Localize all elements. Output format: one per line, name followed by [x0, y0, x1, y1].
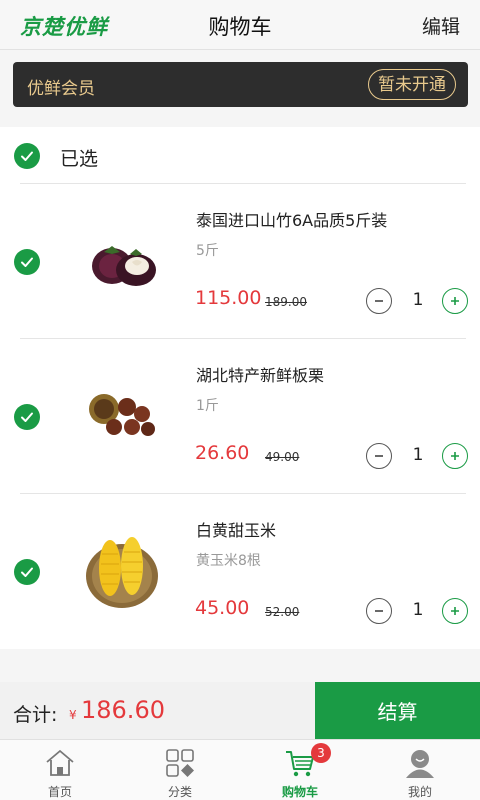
check-icon: [21, 257, 33, 267]
currency-symbol: ¥: [69, 708, 77, 722]
decrease-quantity-button[interactable]: [366, 443, 392, 469]
item-spec: 5斤: [196, 243, 219, 259]
item-checkbox[interactable]: [14, 404, 40, 430]
item-checkbox[interactable]: [14, 559, 40, 585]
profile-icon: [406, 750, 434, 778]
item-original-price: 52.00: [265, 605, 300, 619]
item-spec: 1斤: [196, 398, 219, 414]
home-icon: [46, 749, 74, 776]
item-original-price: 49.00: [265, 450, 300, 464]
cart-count-badge: 3: [311, 743, 331, 763]
tab-category[interactable]: 分类: [120, 740, 240, 800]
item-quantity: 1: [412, 290, 424, 310]
item-name: 泰国进口山竹6A品质5斤装: [196, 211, 388, 230]
item-original-price: 189.00: [265, 295, 307, 309]
decrease-quantity-button[interactable]: [366, 598, 392, 624]
select-all-label: 已选: [60, 148, 99, 170]
plus-icon: [451, 607, 459, 615]
tab-label: 分类: [167, 785, 192, 799]
tab-cart[interactable]: 3 购物车: [240, 740, 360, 800]
cart-item[interactable]: 湖北特产新鲜板栗 1斤 26.60 49.00 1: [0, 339, 480, 494]
tab-home[interactable]: 首页: [0, 740, 120, 800]
total-label: 合计:: [13, 704, 58, 726]
top-bar: 京楚优鲜 购物车 编辑: [0, 0, 480, 50]
check-icon: [21, 412, 33, 422]
item-spec: 黄玉米8根: [196, 553, 261, 569]
category-icon: [166, 749, 194, 777]
decrease-quantity-button[interactable]: [366, 288, 392, 314]
tab-bar: 首页 分类 3 购物车 我的: [0, 739, 480, 800]
chestnut-image[interactable]: [82, 369, 162, 459]
item-checkbox[interactable]: [14, 249, 40, 275]
tab-profile[interactable]: 我的: [360, 740, 480, 800]
minus-icon: [375, 610, 383, 612]
item-price: 115.00: [195, 287, 262, 309]
checkout-button[interactable]: 结算: [315, 682, 480, 739]
plus-icon: [451, 452, 459, 460]
tab-label: 首页: [47, 785, 72, 799]
cart-list: 已选 泰国进口山竹6A品质5斤装 5斤 115.00 189.00 1 湖北特产…: [0, 127, 480, 649]
cart-item[interactable]: 白黄甜玉米 黄玉米8根 45.00 52.00 1: [0, 494, 480, 649]
tab-label: 我的: [407, 785, 432, 799]
item-quantity: 1: [412, 445, 424, 465]
item-name: 湖北特产新鲜板栗: [196, 366, 325, 385]
increase-quantity-button[interactable]: [442, 288, 468, 314]
checkout-bar: 合计: ¥ 186.60 结算: [0, 682, 480, 739]
plus-icon: [451, 297, 459, 305]
item-price: 26.60: [195, 442, 250, 464]
member-label: 优鲜会员: [27, 79, 95, 99]
page-title: 购物车: [208, 15, 272, 39]
minus-icon: [375, 300, 383, 302]
increase-quantity-button[interactable]: [442, 598, 468, 624]
item-name: 白黄甜玉米: [196, 521, 277, 540]
select-all-row[interactable]: 已选: [0, 127, 480, 184]
item-price: 45.00: [195, 597, 250, 619]
check-icon: [21, 567, 33, 577]
edit-button[interactable]: 编辑: [422, 12, 460, 39]
minus-icon: [375, 455, 383, 457]
member-banner: 优鲜会员 暂未开通: [13, 62, 468, 107]
corn-image[interactable]: [82, 524, 162, 614]
tab-label: 购物车: [281, 785, 318, 799]
increase-quantity-button[interactable]: [442, 443, 468, 469]
mangosteen-image[interactable]: [82, 214, 162, 304]
check-icon: [21, 151, 33, 161]
member-activate-button[interactable]: 暂未开通: [368, 69, 456, 100]
select-all-checkbox[interactable]: [14, 143, 40, 169]
total-amount: 186.60: [81, 696, 165, 724]
cart-item[interactable]: 泰国进口山竹6A品质5斤装 5斤 115.00 189.00 1: [0, 184, 480, 339]
item-quantity: 1: [412, 600, 424, 620]
